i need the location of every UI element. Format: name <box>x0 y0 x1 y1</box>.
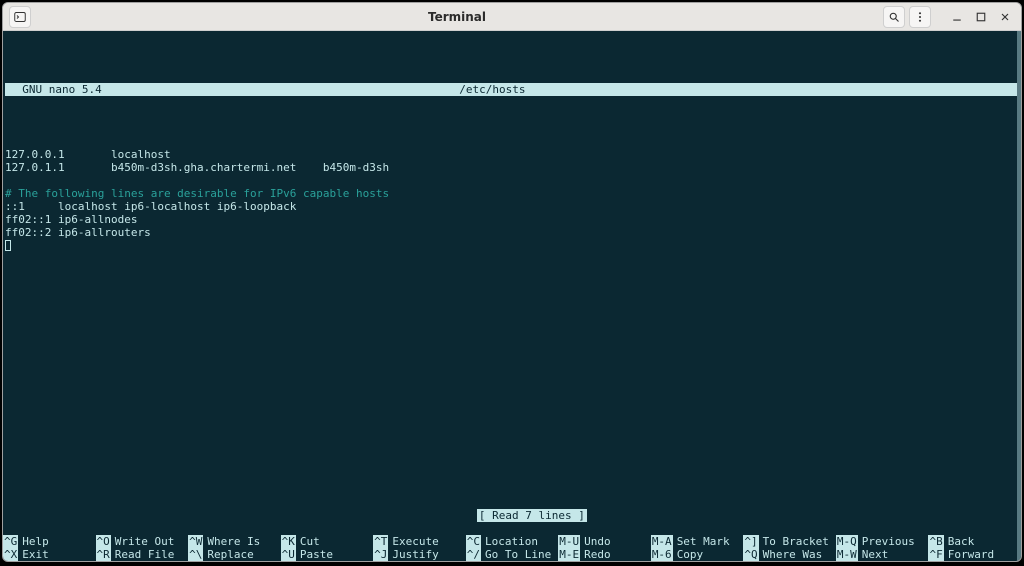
file-line: ff02::1 ip6-allnodes <box>5 213 137 226</box>
shortcut-label: Replace <box>207 548 253 561</box>
nano-version: GNU nano 5.4 <box>5 83 106 96</box>
shortcut-label: Paste <box>300 548 333 561</box>
nano-header: GNU nano 5.4 /etc/hosts <box>5 83 1019 96</box>
maximize-button[interactable] <box>971 7 991 27</box>
minimize-icon <box>951 11 963 23</box>
shortcut-label: Execute <box>392 535 438 548</box>
shortcut-key: ^\ <box>188 548 203 561</box>
shortcut-key: M-W <box>836 548 858 561</box>
titlebar: Terminal <box>3 3 1021 31</box>
shortcut-key: ^T <box>373 535 388 548</box>
file-line: 127.0.0.1 localhost <box>5 148 171 161</box>
shortcut: ^T Execute <box>373 535 462 548</box>
shortcut-label: Where Was <box>763 548 823 561</box>
maximize-icon <box>975 11 987 23</box>
shortcut-label: Where Is <box>207 535 260 548</box>
file-line: ::1 localhost ip6-localhost ip6-loopback <box>5 200 296 213</box>
cursor <box>5 240 11 251</box>
search-button[interactable] <box>883 6 905 28</box>
shortcut-label: To Bracket <box>763 535 829 548</box>
shortcut: ^F Forward <box>928 548 1017 561</box>
shortcut: ^] To Bracket <box>743 535 832 548</box>
shortcut-label: Justify <box>392 548 438 561</box>
nano-filename: /etc/hosts <box>106 83 879 96</box>
shortcut: M-A Set Mark <box>651 535 740 548</box>
shortcut: ^R Read File <box>96 548 185 561</box>
menu-button[interactable] <box>909 6 931 28</box>
shortcut-key: ^Q <box>743 548 758 561</box>
shortcut-key: ^F <box>928 548 943 561</box>
nano-status-line: [ Read 7 lines ] <box>3 496 1021 535</box>
shortcut: ^G Help <box>3 535 92 548</box>
shortcut-key: ^] <box>743 535 758 548</box>
shortcut-key: ^O <box>96 535 111 548</box>
kebab-icon <box>914 11 926 23</box>
shortcut-key: M-E <box>558 548 580 561</box>
shortcut-label: Undo <box>584 535 611 548</box>
shortcut: ^/ Go To Line <box>466 548 555 561</box>
scrollbar[interactable] <box>1017 31 1021 561</box>
shortcut-label: Redo <box>584 548 611 561</box>
minimize-button[interactable] <box>947 7 967 27</box>
close-icon <box>999 11 1011 23</box>
shortcut-key: ^R <box>96 548 111 561</box>
shortcut-key: ^W <box>188 535 203 548</box>
shortcut-label: Read File <box>115 548 175 561</box>
shortcut-label: Help <box>22 535 49 548</box>
shortcut-key: M-Q <box>836 535 858 548</box>
shortcut-label: Write Out <box>115 535 175 548</box>
shortcut: ^B Back <box>928 535 1017 548</box>
terminal-area[interactable]: GNU nano 5.4 /etc/hosts 127.0.0.1 localh… <box>3 31 1021 561</box>
shortcut: M-Q Previous <box>836 535 925 548</box>
shortcut: ^Q Where Was <box>743 548 832 561</box>
shortcut-label: Previous <box>862 535 915 548</box>
shortcut-label: Back <box>948 535 975 548</box>
shortcut-key: ^X <box>3 548 18 561</box>
shortcut-label: Set Mark <box>677 535 730 548</box>
shortcut: ^W Where Is <box>188 535 277 548</box>
shortcut: M-U Undo <box>558 535 647 548</box>
shortcut-key: ^C <box>466 535 481 548</box>
nano-header-pad <box>879 83 1019 96</box>
shortcut-label: Next <box>862 548 889 561</box>
nano-shortcuts: ^G Help ^X Exit ^O Write Out ^R Read File ^W… <box>3 535 1017 561</box>
file-line-comment: # The following lines are desirable for … <box>5 187 389 200</box>
window-title: Terminal <box>37 10 877 24</box>
shortcut-label: Go To Line <box>485 548 551 561</box>
shortcut: ^K Cut <box>281 535 370 548</box>
file-line: ff02::2 ip6-allrouters <box>5 226 151 239</box>
file-content: 127.0.0.1 localhost 127.0.1.1 b450m-d3sh… <box>5 135 1019 252</box>
shortcut: ^\ Replace <box>188 548 277 561</box>
shortcut-key: ^B <box>928 535 943 548</box>
shortcut: ^X Exit <box>3 548 92 561</box>
shortcut-key: M-A <box>651 535 673 548</box>
shortcut: ^U Paste <box>281 548 370 561</box>
terminal-window: Terminal <box>2 2 1022 562</box>
shortcut: M-6 Copy <box>651 548 740 561</box>
shortcut-key: ^J <box>373 548 388 561</box>
shortcut: ^C Location <box>466 535 555 548</box>
shortcut-label: Copy <box>677 548 704 561</box>
shortcut-key: ^/ <box>466 548 481 561</box>
shortcut: ^O Write Out <box>96 535 185 548</box>
shortcut-label: Location <box>485 535 538 548</box>
shortcut-label: Cut <box>300 535 320 548</box>
shortcut-key: M-6 <box>651 548 673 561</box>
shortcut-label: Forward <box>948 548 994 561</box>
shortcut: ^J Justify <box>373 548 462 561</box>
shortcut-key: ^G <box>3 535 18 548</box>
shortcut-key: M-U <box>558 535 580 548</box>
nano-status-text: [ Read 7 lines ] <box>477 509 587 522</box>
shortcut: M-E Redo <box>558 548 647 561</box>
shortcut-label: Exit <box>22 548 49 561</box>
app-icon-button[interactable] <box>9 6 31 28</box>
shortcut-key: ^K <box>281 535 296 548</box>
file-line: 127.0.1.1 b450m-d3sh.gha.chartermi.net b… <box>5 161 389 174</box>
shortcut: M-W Next <box>836 548 925 561</box>
close-button[interactable] <box>995 7 1015 27</box>
shortcut-key: ^U <box>281 548 296 561</box>
terminal-icon <box>14 11 26 23</box>
search-icon <box>888 11 900 23</box>
